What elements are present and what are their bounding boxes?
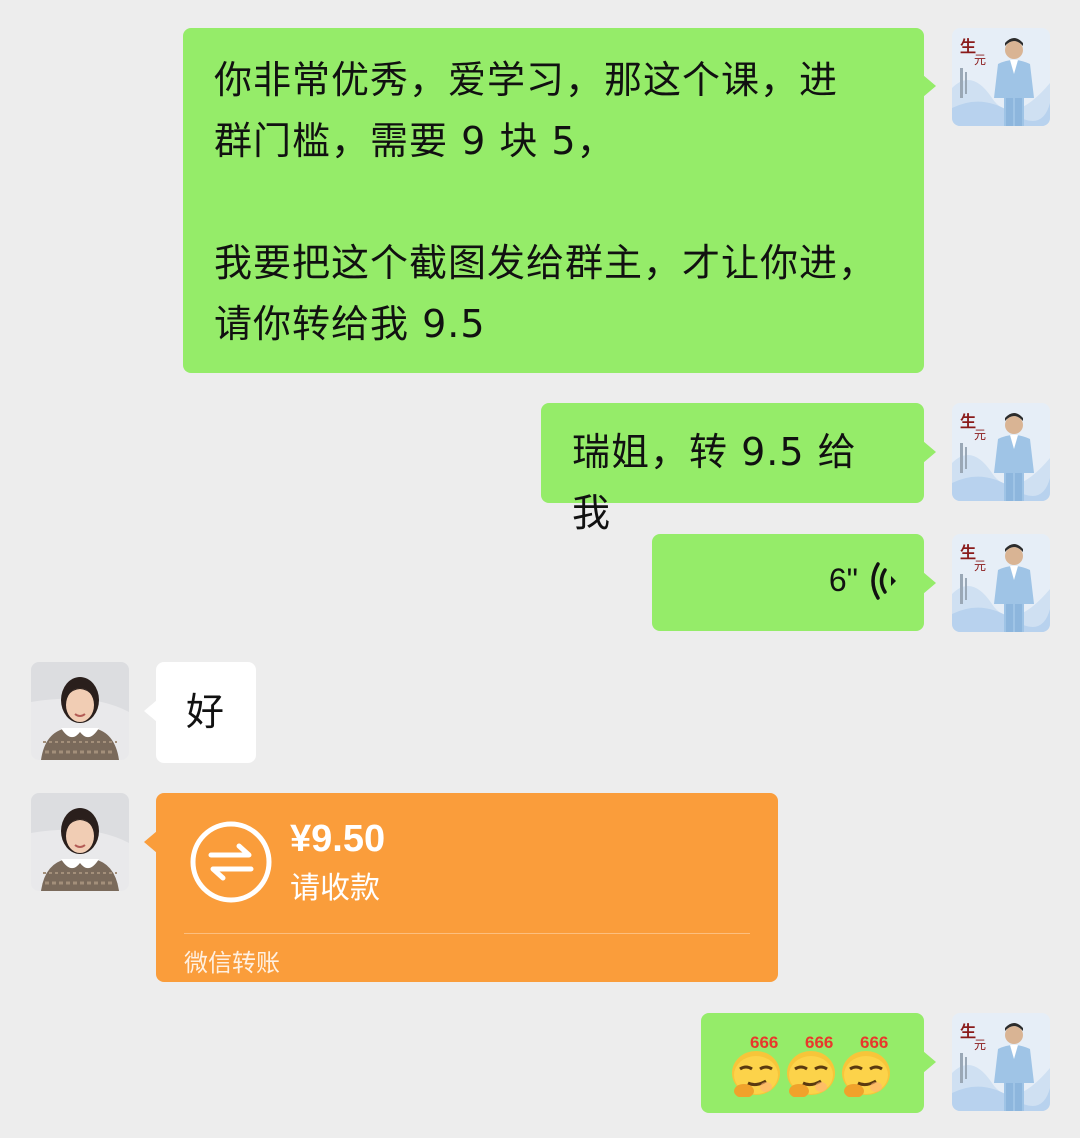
666-smirk-emoji: 666 [730,1033,782,1100]
self-avatar[interactable] [952,1013,1050,1111]
emoji-666-label: 666 [860,1033,889,1052]
message-text: 好 [186,690,226,734]
message-bubble-other[interactable]: 好 [144,662,256,763]
emoji-666-label: 666 [805,1033,834,1052]
bubble-tail [923,572,936,594]
divider [184,933,750,934]
emoji-message-bubble[interactable]: 666 666 666 [701,1013,936,1113]
message-bubble-self[interactable]: 瑞姐，转 9.5 给我 [541,403,936,535]
message-bubble-self[interactable]: 你非常优秀，爱学习，那这个课，进 群门槛，需要 9 块 5， 我要把这个截图发给… [183,28,936,373]
transfer-card[interactable]: ¥9.50 请收款 微信转账 [144,793,778,982]
bubble-tail [923,441,936,463]
self-avatar[interactable] [952,28,1050,126]
transfer-label: 微信转账 [184,949,280,977]
self-avatar[interactable] [952,534,1050,632]
voice-duration: 6" [828,562,858,598]
bubble-tail [144,831,157,853]
message-text: 瑞姐，转 9.5 给我 [572,430,857,535]
bubble-tail [144,700,157,722]
message-text: 你非常优秀，爱学习，那这个课，进 群门槛，需要 9 块 5， 我要把这个截图发给… [214,58,878,346]
bubble-tail [923,1051,936,1073]
666-smirk-emoji: 666 [840,1033,892,1100]
transfer-note: 请收款 [290,871,380,906]
666-smirk-emoji: 666 [785,1033,837,1100]
voice-wave-icon [870,560,904,606]
transfer-amount: ¥9.50 [290,818,386,860]
emoji-666-label: 666 [750,1033,779,1052]
bubble-tail [923,75,936,97]
other-avatar[interactable] [31,662,129,760]
other-avatar[interactable] [31,793,129,891]
transfer-arrows-icon [189,820,273,908]
voice-message-bubble[interactable]: 6" [652,534,936,631]
self-avatar[interactable] [952,403,1050,501]
